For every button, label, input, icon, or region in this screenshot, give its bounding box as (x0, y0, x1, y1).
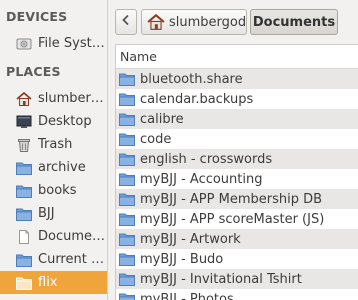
folder-icon (119, 112, 135, 126)
places-section-title: PLACES (6, 64, 61, 79)
back-button[interactable] (115, 9, 137, 35)
file-name: myBJJ - Artwork (140, 231, 241, 247)
sidebar-item-label: Trash (38, 137, 73, 152)
file-row[interactable]: calibre (116, 109, 358, 129)
sidebar-item-label: BJJ (38, 206, 55, 221)
sidebar-item-label: flix (38, 275, 58, 290)
sidebar-item-label: books (38, 183, 77, 198)
folder-icon (15, 182, 33, 200)
file-name: myBJJ - Accounting (140, 171, 263, 187)
file-row[interactable]: myBJJ - APP Membership DB (116, 189, 358, 209)
file-row[interactable]: myBJJ - APP scoreMaster (JS) (116, 209, 358, 229)
file-row[interactable]: code (116, 129, 358, 149)
drive-icon (15, 35, 33, 53)
folder-icon (15, 205, 33, 223)
sidebar-item-archive[interactable]: archive (0, 156, 107, 179)
folder-icon (119, 152, 135, 166)
folder-icon (15, 251, 33, 269)
path-home-label: slumbergod (169, 14, 247, 30)
sidebar-item-home[interactable]: slumberg... (0, 87, 107, 110)
file-name: english - crosswords (140, 151, 273, 167)
folder-icon (119, 192, 135, 206)
file-name: bluetooth.share (140, 71, 243, 87)
file-row[interactable]: myBJJ - Invitational Tshirt (116, 269, 358, 289)
folder-icon (15, 274, 33, 292)
devices-section-title: DEVICES (6, 9, 68, 24)
file-row[interactable]: myBJJ - Accounting (116, 169, 358, 189)
file-row[interactable]: myBJJ - Photos (116, 289, 358, 300)
sidebar-item-label: archive (38, 160, 86, 175)
file-row[interactable]: english - crosswords (116, 149, 358, 169)
home-icon (147, 13, 165, 31)
sidebar-item-label: Documen... (38, 229, 107, 244)
path-home-button[interactable]: slumbergod (141, 9, 247, 35)
folder-icon (119, 132, 135, 146)
path-bar: slumbergod Documents (109, 0, 358, 42)
folder-icon (15, 159, 33, 177)
desktop-icon (15, 113, 33, 131)
file-row[interactable]: myBJJ - Artwork (116, 229, 358, 249)
file-name: myBJJ - Invitational Tshirt (140, 271, 302, 287)
trash-icon (15, 136, 33, 154)
chevron-left-icon (121, 14, 131, 30)
file-name: myBJJ - APP Membership DB (140, 191, 323, 207)
sidebar-item-desktop[interactable]: Desktop (0, 110, 107, 133)
folder-icon (119, 72, 135, 86)
folder-icon (119, 252, 135, 266)
sidebar-item-label: Current A... (38, 252, 107, 267)
sidebar-item-books[interactable]: books (0, 179, 107, 202)
sidebar-item-documents[interactable]: Documen... (0, 225, 107, 248)
sidebar-item-current-a[interactable]: Current A... (0, 248, 107, 271)
sidebar: DEVICES File Syste... PLACES slumberg... (0, 0, 108, 300)
file-rows: bluetooth.share calendar.backups calibre co… (116, 69, 358, 300)
main-pane: slumbergod Documents Name bluetooth.shar… (109, 0, 358, 300)
sidebar-item-label: Desktop (38, 114, 92, 129)
file-row[interactable]: myBJJ - Budo (116, 249, 358, 269)
file-name: code (140, 131, 172, 147)
sidebar-item-bjj[interactable]: BJJ (0, 202, 107, 225)
folder-icon (119, 272, 135, 286)
folder-icon (119, 172, 135, 186)
file-name: myBJJ - Budo (140, 251, 224, 267)
document-icon (15, 228, 33, 246)
sidebar-item-flix[interactable]: flix (0, 271, 107, 294)
path-current-button[interactable]: Documents (250, 9, 338, 35)
folder-icon (119, 92, 135, 106)
folder-icon (119, 292, 135, 300)
column-header-name[interactable]: Name (116, 45, 358, 69)
file-list: Name bluetooth.share calendar.backups cali… (115, 44, 358, 300)
sidebar-item-label: slumberg... (38, 91, 107, 106)
sidebar-item-trash[interactable]: Trash (0, 133, 107, 156)
file-row[interactable]: bluetooth.share (116, 69, 358, 89)
sidebar-item-label: File Syste... (38, 36, 107, 51)
sidebar-item-filesystem[interactable]: File Syste... (0, 32, 107, 55)
file-name: calibre (140, 111, 184, 127)
folder-icon (119, 212, 135, 226)
home-icon (15, 90, 33, 108)
file-name: calendar.backups (140, 91, 254, 107)
file-name: myBJJ - Photos (140, 291, 234, 300)
file-name: myBJJ - APP scoreMaster (JS) (140, 211, 325, 227)
folder-icon (119, 232, 135, 246)
file-row[interactable]: calendar.backups (116, 89, 358, 109)
